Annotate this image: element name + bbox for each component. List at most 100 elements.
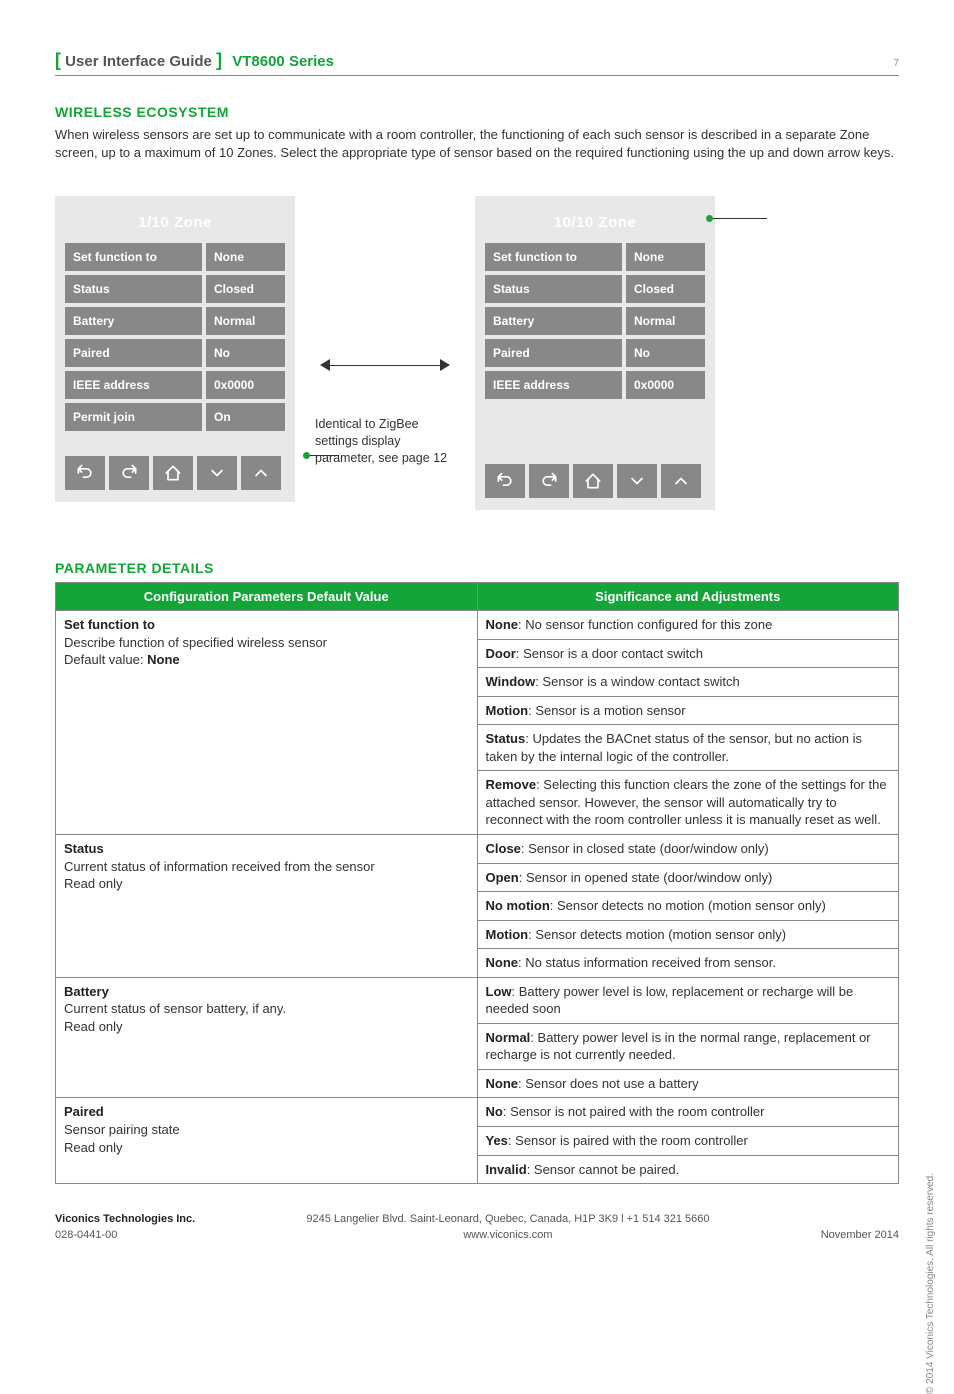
th-signif: Significance and Adjustments: [477, 583, 899, 611]
footer-left: Viconics Technologies Inc. 028-0441-00: [55, 1212, 195, 1243]
back-icon[interactable]: [65, 456, 105, 490]
param-right: Motion: Sensor is a motion sensor: [477, 696, 899, 725]
page-footer: Viconics Technologies Inc. 028-0441-00 9…: [55, 1212, 899, 1243]
row-label: Status: [65, 275, 202, 303]
zone-panel-1: 1/10 Zone Set function toNoneStatusClose…: [55, 196, 295, 502]
param-right: Remove: Selecting this function clears t…: [477, 771, 899, 835]
nav-row: [485, 464, 705, 498]
panel-row: StatusClosed: [485, 275, 705, 303]
row-label: Paired: [485, 339, 622, 367]
row-value: Normal: [206, 307, 285, 335]
param-right: Door: Sensor is a door contact switch: [477, 639, 899, 668]
row-label: Set function to: [485, 243, 622, 271]
row-label: Status: [485, 275, 622, 303]
panel-row: IEEE address0x0000: [65, 371, 285, 399]
zone-panel-10: 10/10 Zone Set function toNoneStatusClos…: [475, 196, 715, 510]
param-right: No motion: Sensor detects no motion (mot…: [477, 892, 899, 921]
param-right: Normal: Battery power level is in the no…: [477, 1023, 899, 1069]
parameter-table: Configuration Parameters Default Value S…: [55, 582, 899, 1184]
row-label: Permit join: [65, 403, 202, 431]
table-row: PairedSensor pairing stateRead onlyNo: S…: [56, 1098, 899, 1127]
callout-line-2: [309, 455, 339, 456]
panel-row: PairedNo: [485, 339, 705, 367]
panel-title: 10/10 Zone: [485, 206, 705, 243]
middle-note: Identical to ZigBee settings display par…: [315, 416, 455, 467]
panel-row: BatteryNormal: [65, 307, 285, 335]
row-value: Closed: [626, 275, 705, 303]
home-icon[interactable]: [153, 456, 193, 490]
panel-row: IEEE address0x0000: [485, 371, 705, 399]
param-right: Yes: Sensor is paired with the room cont…: [477, 1127, 899, 1156]
forward-icon[interactable]: [109, 456, 149, 490]
down-icon[interactable]: [617, 464, 657, 498]
doc-title: User Interface Guide: [65, 53, 212, 70]
copyright-side: © 2014 Viconics Technologies. All rights…: [925, 1173, 936, 1394]
param-right: None: Sensor does not use a battery: [477, 1069, 899, 1098]
param-right: Status: Updates the BACnet status of the…: [477, 725, 899, 771]
footer-right: November 2014: [821, 1228, 899, 1243]
param-left: Set function toDescribe function of spec…: [56, 611, 478, 835]
row-label: IEEE address: [485, 371, 622, 399]
page-header: [ User Interface Guide ] VT8600 Series 7: [55, 50, 899, 76]
down-icon[interactable]: [197, 456, 237, 490]
header-left: [ User Interface Guide ] VT8600 Series: [55, 50, 334, 71]
double-arrow-icon: [320, 356, 450, 376]
param-right: Low: Battery power level is low, replace…: [477, 977, 899, 1023]
section-title-params: PARAMETER DETAILS: [55, 560, 899, 576]
panel-row: PairedNo: [65, 339, 285, 367]
forward-icon[interactable]: [529, 464, 569, 498]
row-value: Normal: [626, 307, 705, 335]
doc-series: VT8600 Series: [232, 53, 334, 70]
panel-row: BatteryNormal: [485, 307, 705, 335]
panel-row: Set function toNone: [65, 243, 285, 271]
footer-addr: 9245 Langelier Blvd. Saint-Leonard, Queb…: [306, 1213, 709, 1225]
page-number: 7: [893, 58, 899, 69]
callout-line-1: [712, 218, 767, 219]
row-value: On: [206, 403, 285, 431]
panel-row: Set function toNone: [485, 243, 705, 271]
param-left: StatusCurrent status of information rece…: [56, 835, 478, 978]
param-right: Open: Sensor in opened state (door/windo…: [477, 863, 899, 892]
param-right: Window: Sensor is a window contact switc…: [477, 668, 899, 697]
back-icon[interactable]: [485, 464, 525, 498]
nav-row: [65, 456, 285, 490]
section-title-wireless: WIRELESS ECOSYSTEM: [55, 104, 899, 120]
panel-row: Permit joinOn: [65, 403, 285, 431]
row-value: Closed: [206, 275, 285, 303]
bracket-close: ]: [216, 50, 222, 70]
bracket-open: [: [55, 50, 61, 70]
param-right: Close: Sensor in closed state (door/wind…: [477, 835, 899, 864]
param-right: No: Sensor is not paired with the room c…: [477, 1098, 899, 1127]
param-left: BatteryCurrent status of sensor battery,…: [56, 977, 478, 1098]
table-row: StatusCurrent status of information rece…: [56, 835, 899, 864]
up-icon[interactable]: [241, 456, 281, 490]
footer-company: Viconics Technologies Inc.: [55, 1213, 195, 1225]
row-label: IEEE address: [65, 371, 202, 399]
footer-mid: 9245 Langelier Blvd. Saint-Leonard, Queb…: [195, 1212, 821, 1243]
panel-title: 1/10 Zone: [65, 206, 285, 243]
param-right: None: No status information received fro…: [477, 949, 899, 978]
middle-annotation: Identical to ZigBee settings display par…: [315, 196, 455, 467]
th-config: Configuration Parameters Default Value: [56, 583, 478, 611]
panels-wrap: 1/10 Zone Set function toNoneStatusClose…: [55, 196, 899, 510]
table-row: Set function toDescribe function of spec…: [56, 611, 899, 640]
table-row: BatteryCurrent status of sensor battery,…: [56, 977, 899, 1023]
row-label: Set function to: [65, 243, 202, 271]
row-value: None: [206, 243, 285, 271]
param-left: PairedSensor pairing stateRead only: [56, 1098, 478, 1184]
row-label: Battery: [65, 307, 202, 335]
row-label: Battery: [485, 307, 622, 335]
panel-row: StatusClosed: [65, 275, 285, 303]
row-label: Paired: [65, 339, 202, 367]
home-icon[interactable]: [573, 464, 613, 498]
intro-text: When wireless sensors are set up to comm…: [55, 126, 899, 161]
row-value: No: [206, 339, 285, 367]
row-value: 0x0000: [626, 371, 705, 399]
up-icon[interactable]: [661, 464, 701, 498]
param-right: Invalid: Sensor cannot be paired.: [477, 1155, 899, 1184]
param-right: None: No sensor function configured for …: [477, 611, 899, 640]
row-value: 0x0000: [206, 371, 285, 399]
param-right: Motion: Sensor detects motion (motion se…: [477, 920, 899, 949]
row-value: No: [626, 339, 705, 367]
row-value: None: [626, 243, 705, 271]
